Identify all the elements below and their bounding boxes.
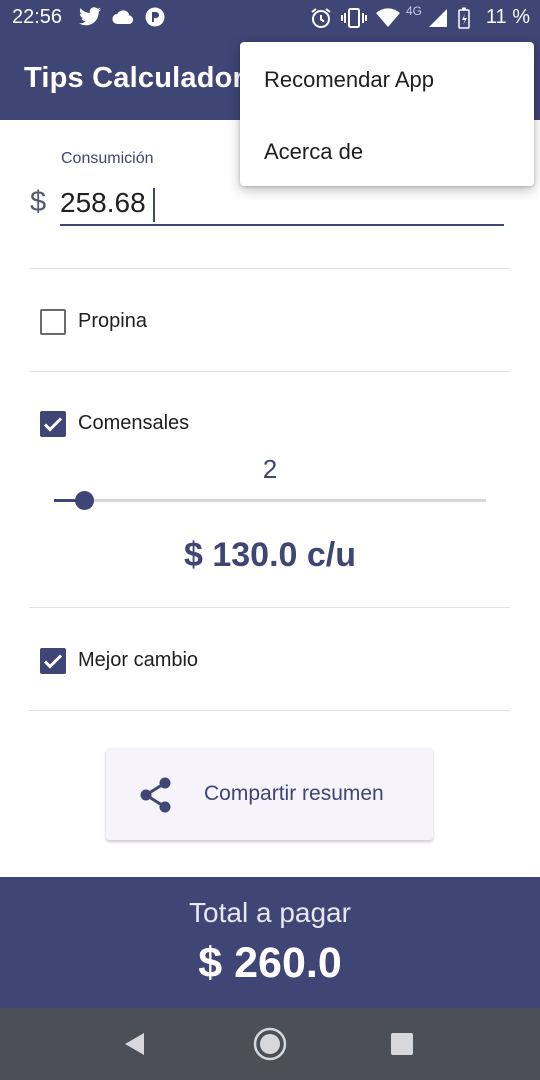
vibrate-icon <box>341 7 367 34</box>
best-change-checkbox[interactable] <box>40 648 66 674</box>
navigation-bar <box>0 1008 540 1080</box>
slider-thumb[interactable] <box>75 491 94 510</box>
menu-item-about[interactable]: Acerca de <box>240 116 534 188</box>
share-button-label: Compartir resumen <box>204 782 384 805</box>
divider <box>29 607 510 608</box>
total-label: Total a pagar <box>189 897 351 928</box>
best-change-label: Mejor cambio <box>78 649 199 671</box>
divider <box>29 268 510 269</box>
total-value: $ 260.0 <box>198 939 342 987</box>
p-app-icon <box>145 7 165 32</box>
network-type: 4G <box>406 4 423 18</box>
checkmark-icon <box>43 654 63 669</box>
divider <box>29 710 510 711</box>
consumption-input[interactable] <box>60 182 504 226</box>
signal-icon <box>428 8 448 33</box>
total-footer: Total a pagar $ 260.0 <box>0 877 540 1008</box>
share-summary-button[interactable]: Compartir resumen <box>106 748 433 840</box>
status-bar: 22:56 4G 11 % <box>0 0 540 36</box>
text-cursor <box>153 188 155 222</box>
back-icon[interactable] <box>122 1032 146 1061</box>
checkmark-icon <box>43 417 63 432</box>
diners-label: Comensales <box>78 412 190 434</box>
tip-checkbox[interactable] <box>40 309 66 335</box>
cloud-icon <box>112 9 134 30</box>
tip-label: Propina <box>78 310 147 332</box>
recents-icon[interactable] <box>391 1033 413 1060</box>
twitter-icon <box>78 6 102 33</box>
status-time: 22:56 <box>12 6 63 28</box>
battery-percentage: 11 % <box>485 6 530 28</box>
home-icon[interactable] <box>252 1026 288 1067</box>
battery-icon <box>458 7 470 34</box>
alarm-icon <box>310 7 332 34</box>
overflow-menu: Recomendar App Acerca de <box>240 42 534 186</box>
diners-checkbox[interactable] <box>40 411 66 437</box>
currency-symbol: $ <box>30 186 47 218</box>
diners-slider[interactable] <box>54 499 486 502</box>
app-title: Tips Calculadora <box>24 62 261 94</box>
menu-item-recommend-app[interactable]: Recomendar App <box>240 44 534 116</box>
consumption-label: Consumición <box>61 150 154 167</box>
amount-per-person: $ 130.0 c/u <box>183 536 356 574</box>
diners-count: 2 <box>262 454 278 484</box>
share-icon <box>138 776 174 819</box>
wifi-icon <box>376 8 400 33</box>
divider <box>29 371 510 372</box>
